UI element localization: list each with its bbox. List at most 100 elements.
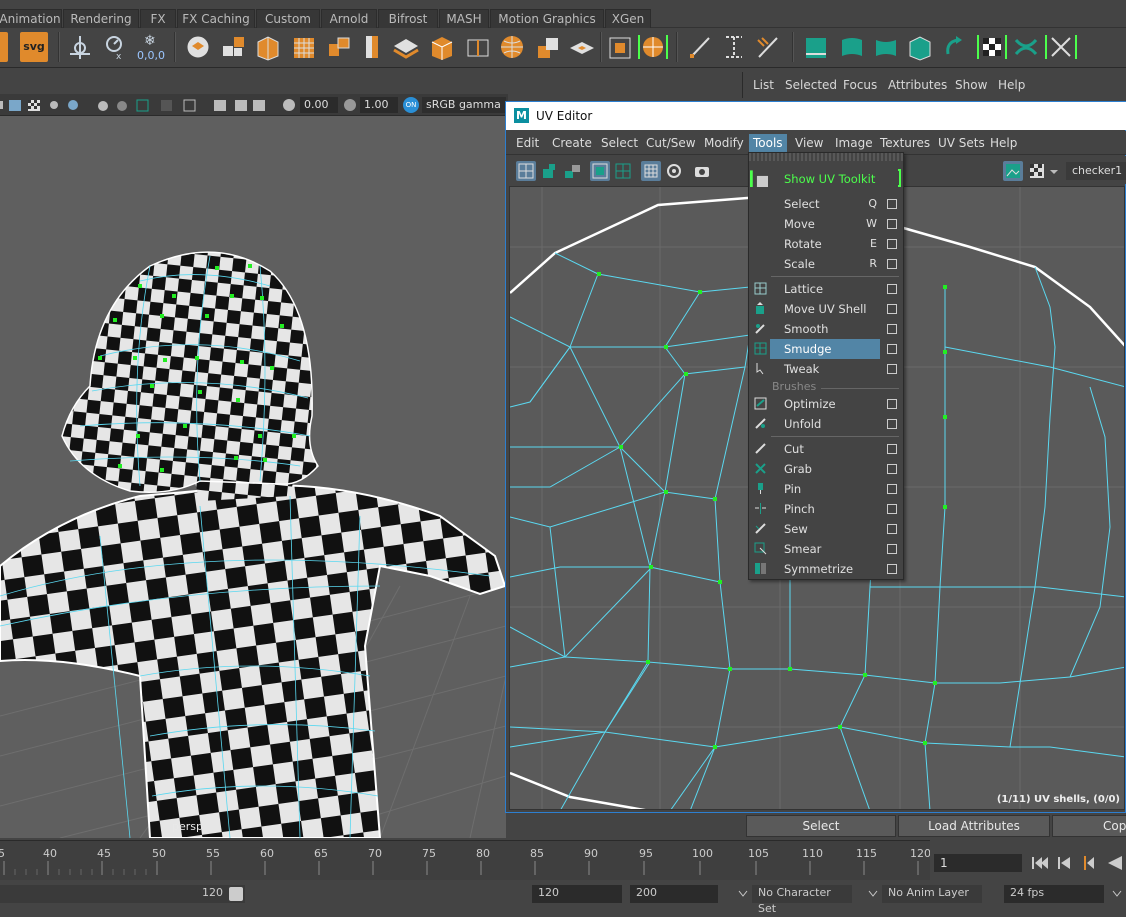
menu-item-sew[interactable]: Sew [749, 519, 903, 539]
cylindrical-map-icon[interactable] [358, 32, 386, 62]
grid-map-icon[interactable] [290, 32, 318, 62]
cb-menu-attributes[interactable]: Attributes [888, 78, 947, 92]
gamma-icon[interactable] [343, 98, 357, 112]
spherical-map-icon[interactable] [498, 32, 526, 62]
option-box[interactable] [887, 399, 897, 409]
chevron-down-icon[interactable] [1048, 161, 1060, 181]
display-grid-icon[interactable] [641, 161, 661, 181]
option-box[interactable] [887, 464, 897, 474]
option-box[interactable] [887, 484, 897, 494]
sew-tool-icon[interactable] [754, 32, 782, 62]
menu-view[interactable]: View [791, 134, 827, 153]
shelf-tab-xgen[interactable]: XGen [605, 9, 651, 28]
select-border-icon[interactable] [720, 32, 748, 62]
color-space-select[interactable]: sRGB gamma [422, 97, 506, 113]
option-box[interactable] [887, 564, 897, 574]
exposure-field[interactable]: 0.00 [300, 97, 338, 113]
range-slider-handle[interactable] [229, 887, 243, 901]
viewport-icons[interactable] [0, 97, 300, 113]
animation-end-field[interactable]: 200 [630, 885, 718, 903]
option-box[interactable] [887, 284, 897, 294]
texture-select[interactable]: checker1 [1066, 162, 1126, 180]
svg-icon[interactable]: svg [20, 32, 48, 62]
perspective-viewport[interactable]: persp [0, 116, 506, 838]
shelf-tab-motion-graphics[interactable]: Motion Graphics [490, 9, 604, 28]
checker-display-icon[interactable] [1027, 161, 1047, 181]
step-back-icon[interactable] [1058, 857, 1070, 869]
menu-item-smear[interactable]: Smear [749, 539, 903, 559]
flatten-icon[interactable] [568, 32, 596, 62]
unfold-icon[interactable] [392, 32, 420, 62]
shelf-tab-animation[interactable]: Animation [0, 9, 62, 28]
option-box[interactable] [887, 419, 897, 429]
layout-uvs-icon[interactable] [220, 32, 248, 62]
unitize-icon[interactable] [1044, 32, 1078, 62]
display-image-icon[interactable] [1003, 161, 1023, 181]
option-box[interactable] [887, 524, 897, 534]
menu-item-lattice[interactable]: Lattice [749, 279, 903, 299]
hypershade-icon[interactable] [184, 32, 212, 62]
menu-item-smooth[interactable]: Smooth [749, 319, 903, 339]
optimize-uv-icon[interactable] [838, 32, 866, 62]
menu-item-smudge[interactable]: Smudge [749, 339, 903, 359]
uv-grid-icon[interactable] [613, 161, 633, 181]
option-box[interactable] [887, 199, 897, 209]
reset-transform-icon[interactable]: ❄ 0,0,0 [136, 32, 166, 62]
menu-item-move[interactable]: Move W [749, 214, 903, 234]
chevron-down-icon[interactable] [868, 889, 878, 899]
uv-snapshot-camera-icon[interactable] [692, 161, 712, 181]
cb-menu-help[interactable]: Help [998, 78, 1025, 92]
uv-checker-icon[interactable] [637, 32, 669, 62]
menu-image[interactable]: Image [831, 134, 877, 153]
automatic-map-icon[interactable] [428, 32, 456, 62]
stacked-shells-icon[interactable] [325, 32, 353, 62]
uv-select-shell-icon[interactable] [516, 161, 536, 181]
menu-item-select[interactable]: Select Q [749, 194, 903, 214]
layout-uv-icon[interactable] [906, 32, 934, 62]
uv-snapshot-icon[interactable] [464, 32, 492, 62]
menu-item-move-uv-shell[interactable]: Move UV Shell [749, 299, 903, 319]
unfold-uv-icon[interactable] [802, 32, 830, 62]
load-attributes-button[interactable]: Load Attributes [898, 815, 1050, 837]
uv-shell-green-icon[interactable] [539, 161, 559, 181]
texture-checker-icon[interactable] [976, 32, 1008, 62]
shelf-tab-mash[interactable]: MASH [439, 9, 489, 28]
option-box[interactable] [887, 504, 897, 514]
menu-item-symmetrize[interactable]: Symmetrize [749, 559, 903, 579]
cut-tool-icon[interactable] [686, 32, 714, 62]
shelf-tab-fx-caching[interactable]: FX Caching [177, 9, 255, 28]
menu-item-show-uv-toolkit[interactable]: Show UV Toolkit [749, 169, 903, 189]
menu-item-cut[interactable]: Cut [749, 439, 903, 459]
text-icon[interactable] [0, 32, 8, 62]
menu-modify[interactable]: Modify [700, 134, 748, 153]
option-box[interactable] [887, 259, 897, 269]
anim-layer-select[interactable]: No Anim Layer [882, 885, 982, 903]
menu-cut-sew[interactable]: Cut/Sew [642, 134, 700, 153]
menu-item-grab[interactable]: Grab [749, 459, 903, 479]
menu-help[interactable]: Help [986, 134, 1021, 153]
option-box[interactable] [887, 344, 897, 354]
option-box[interactable] [887, 324, 897, 334]
normalize-icon[interactable] [606, 32, 634, 62]
option-box[interactable] [887, 239, 897, 249]
fps-select[interactable]: 24 fps [1004, 885, 1104, 903]
shelf-tab-rendering[interactable]: Rendering [63, 9, 139, 28]
snap-icon[interactable] [664, 161, 684, 181]
option-box[interactable] [887, 219, 897, 229]
menu-item-optimize[interactable]: Optimize [749, 394, 903, 414]
copy-tab-button[interactable]: Copy [1052, 815, 1126, 837]
cb-menu-list[interactable]: List [753, 78, 774, 92]
uv-editor-titlebar[interactable]: M UV Editor [506, 102, 1126, 130]
play-backwards-icon[interactable] [1108, 856, 1122, 870]
character-set-select[interactable]: No Character Set [752, 885, 852, 915]
menu-uv-sets[interactable]: UV Sets [934, 134, 989, 153]
rotate-uv-icon[interactable] [942, 32, 970, 62]
menu-edit[interactable]: Edit [512, 134, 543, 153]
animation-start-field[interactable]: 120 [532, 885, 622, 903]
time-slider[interactable]: 5 40 45 50 55 60 65 70 75 80 85 90 95 10… [0, 840, 931, 880]
menu-item-pinch[interactable]: Pinch [749, 499, 903, 519]
range-slider[interactable]: 120 [0, 885, 245, 903]
shelf-tab-custom[interactable]: Custom [256, 9, 320, 28]
gamma-field[interactable]: 1.00 [360, 97, 398, 113]
color-management-toggle[interactable]: ON [403, 97, 419, 113]
